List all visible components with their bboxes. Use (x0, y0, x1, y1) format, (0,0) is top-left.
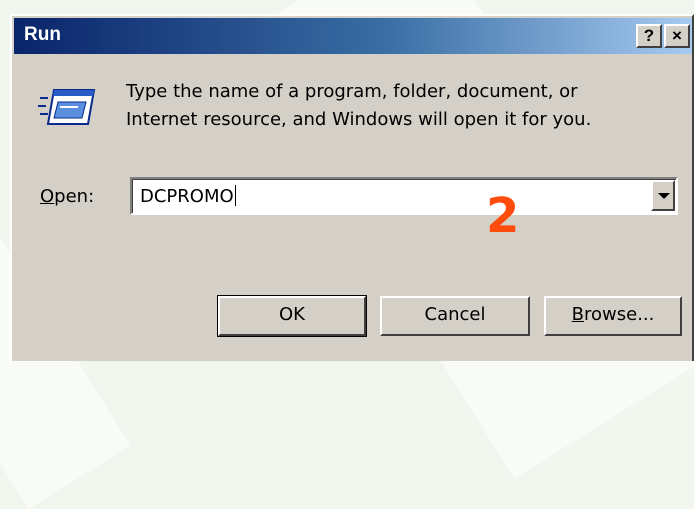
ok-button[interactable]: OK (217, 295, 367, 337)
run-icon (38, 89, 96, 125)
browse-label: rowse... (584, 304, 655, 325)
open-label-accelerator: O (40, 186, 55, 207)
help-button[interactable]: ? (636, 24, 662, 48)
browse-accelerator: B (571, 304, 584, 325)
step-number-annotation: 2 (486, 188, 520, 244)
open-combobox[interactable]: DCPROMO (130, 177, 678, 215)
text-caret (234, 185, 236, 206)
dropdown-arrow-button[interactable] (651, 180, 675, 211)
open-input-value: DCPROMO (140, 186, 234, 207)
browse-button[interactable]: Browse... (544, 296, 682, 336)
cancel-button[interactable]: Cancel (380, 296, 530, 336)
close-button[interactable]: × (664, 24, 690, 48)
title-bar[interactable]: Run ? × (14, 18, 692, 54)
open-label-text: pen: (54, 186, 95, 207)
open-input[interactable]: DCPROMO (140, 185, 236, 207)
open-label: Open: (40, 186, 94, 207)
instructions-text: Type the name of a program, folder, docu… (126, 81, 592, 130)
window-title: Run (24, 24, 61, 45)
run-dialog: Run ? × Type the name of a program, fold… (10, 14, 694, 361)
